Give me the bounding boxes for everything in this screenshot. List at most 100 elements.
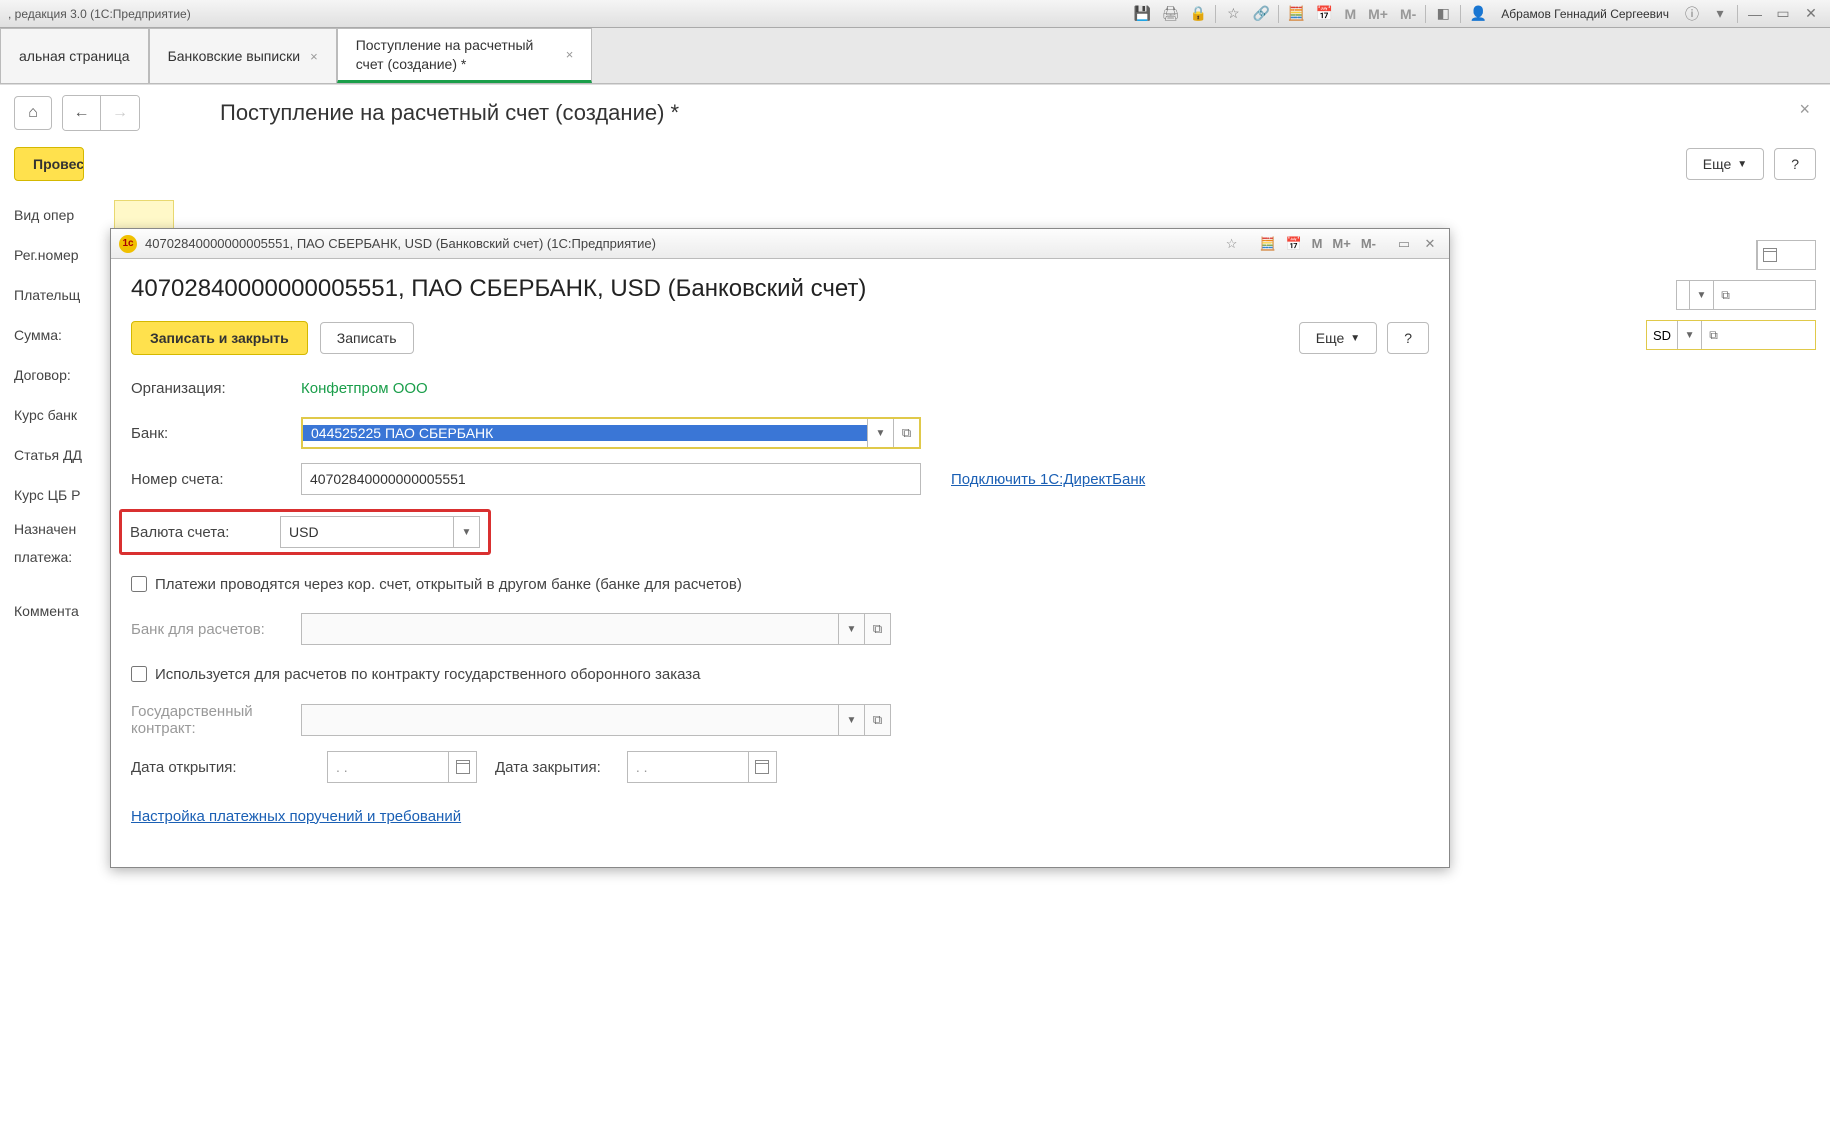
gov-contract-input: ▼ ⧉ <box>301 704 891 736</box>
dlg-memory-m[interactable]: M <box>1309 234 1326 254</box>
dropdown-icon[interactable]: ▼ <box>867 419 893 447</box>
tab-close-icon[interactable]: × <box>566 47 574 62</box>
memory-m-plus[interactable]: M+ <box>1365 3 1391 25</box>
close-date-input[interactable]: . . <box>627 751 777 783</box>
open-icon: ⧉ <box>864 705 890 735</box>
dialog-title: 40702840000000005551, ПАО СБЕРБАНК, USD … <box>145 236 656 251</box>
user-name[interactable]: Абрамов Геннадий Сергеевич <box>1495 3 1675 25</box>
tab-close-icon[interactable]: × <box>310 49 318 64</box>
dlg-memory-m-minus[interactable]: M- <box>1358 234 1379 254</box>
minimize-icon[interactable]: — <box>1744 3 1766 25</box>
currency-select[interactable]: USD ▼ <box>280 516 480 548</box>
account-label: Номер счета: <box>131 471 301 488</box>
titlebar-icons: 💾 🖨 🔒 ☆ 🔗 🧮 📅 M M+ M- ◧ 👤 Абрамов Геннад… <box>1131 3 1822 25</box>
calendar-icon[interactable]: 📅 <box>1313 3 1335 25</box>
dlg-star-icon[interactable]: ☆ <box>1221 234 1243 254</box>
info-icon[interactable]: ⓘ <box>1681 3 1703 25</box>
open-date-label: Дата открытия: <box>131 759 301 776</box>
print-icon[interactable]: 🖨 <box>1159 3 1181 25</box>
bank-account-dialog: 1c 40702840000000005551, ПАО СБЕРБАНК, U… <box>110 228 1450 868</box>
nav-forward-button[interactable]: → <box>101 96 139 130</box>
nav-back-button[interactable]: ← <box>63 96 101 130</box>
open-icon: ⧉ <box>864 614 890 644</box>
open-icon[interactable]: ⧉ <box>893 419 919 447</box>
bg-label: Сумма: <box>14 327 104 343</box>
memory-m-minus[interactable]: M- <box>1397 3 1419 25</box>
page-close-icon[interactable]: × <box>1799 99 1810 120</box>
dlg-memory-m-plus[interactable]: M+ <box>1329 234 1353 254</box>
more-button[interactable]: Еще▼ <box>1686 148 1764 180</box>
org-row: Организация: Конфетпром ООО <box>131 373 1429 403</box>
dialog-titlebar: 1c 40702840000000005551, ПАО СБЕРБАНК, U… <box>111 229 1449 259</box>
post-button[interactable]: Провес <box>14 147 84 181</box>
open-date-input[interactable]: . . <box>327 751 477 783</box>
dialog-help-button[interactable]: ? <box>1387 322 1429 354</box>
panel-icon[interactable]: ◧ <box>1432 3 1454 25</box>
bank-row: Банк: 044525225 ПАО СБЕРБАНК ▼ ⧉ <box>131 417 1429 449</box>
account-value: 40702840000000005551 <box>302 471 920 487</box>
org-value[interactable]: Конфетпром ООО <box>301 380 428 397</box>
app-title: , редакция 3.0 (1С:Предприятие) <box>8 7 191 21</box>
org-label: Организация: <box>131 380 301 397</box>
tabbar: альная страница Банковские выписки × Пос… <box>0 28 1830 84</box>
calc-icon[interactable]: 🧮 <box>1285 3 1307 25</box>
settings-link-row: Настройка платежных поручений и требован… <box>131 801 1429 831</box>
calendar-icon[interactable] <box>448 752 476 782</box>
corr-bank-label: Банк для расчетов: <box>131 621 301 638</box>
dlg-calc-icon[interactable]: 🧮 <box>1257 234 1279 254</box>
account-input[interactable]: 40702840000000005551 <box>301 463 921 495</box>
user-icon: 👤 <box>1467 3 1489 25</box>
bg-label: Курс банк <box>14 407 104 423</box>
dropdown-icon[interactable]: ▼ <box>453 517 479 547</box>
tab-bank-statements[interactable]: Банковские выписки × <box>149 28 337 83</box>
dlg-maximize-icon[interactable]: ▭ <box>1393 234 1415 254</box>
save-and-close-button[interactable]: Записать и закрыть <box>131 321 308 355</box>
dates-row: Дата открытия: . . Дата закрытия: . . <box>131 751 1429 783</box>
bg-label: Курс ЦБ Р <box>14 487 104 503</box>
gov-contract-label: Государственный контракт: <box>131 703 301 737</box>
bank-label: Банк: <box>131 425 301 442</box>
dialog-more-button[interactable]: Еще▼ <box>1299 322 1377 354</box>
close-date-label: Дата закрытия: <box>495 759 601 776</box>
save-button[interactable]: Записать <box>320 322 414 354</box>
bank-input[interactable]: 044525225 ПАО СБЕРБАНК ▼ ⧉ <box>301 417 921 449</box>
home-button[interactable]: ⌂ <box>14 96 52 130</box>
maximize-icon[interactable]: ▭ <box>1772 3 1794 25</box>
memory-m[interactable]: M <box>1341 3 1359 25</box>
dropdown-icon: ▼ <box>838 614 864 644</box>
bg-label: платежа: <box>14 549 104 565</box>
bg-label: Назначен <box>14 521 104 537</box>
dlg-close-icon[interactable]: ✕ <box>1419 234 1441 254</box>
goz-checkbox[interactable]: Используется для расчетов по контракту г… <box>131 666 701 683</box>
corr-bank-row: Банк для расчетов: ▼ ⧉ <box>131 613 1429 645</box>
star-icon[interactable]: ☆ <box>1222 3 1244 25</box>
currency-highlight-box: Валюта счета: USD ▼ <box>119 509 491 555</box>
goz-checkbox-row: Используется для расчетов по контракту г… <box>131 659 1429 689</box>
bg-highlighted-field[interactable]: SD▼⧉ <box>1646 320 1816 350</box>
account-row: Номер счета: 40702840000000005551 Подклю… <box>131 463 1429 495</box>
payment-settings-link[interactable]: Настройка платежных поручений и требован… <box>131 808 461 825</box>
corr-checkbox[interactable]: Платежи проводятся через кор. счет, откр… <box>131 576 742 593</box>
bg-date-field[interactable] <box>1756 240 1816 270</box>
bg-label: Рег.номер <box>14 247 104 263</box>
directbank-link[interactable]: Подключить 1С:ДиректБанк <box>951 471 1145 488</box>
lock-icon[interactable]: 🔒 <box>1187 3 1209 25</box>
dropdown-icon: ▼ <box>838 705 864 735</box>
link-icon[interactable]: 🔗 <box>1250 3 1272 25</box>
dlg-calendar-icon[interactable]: 📅 <box>1283 234 1305 254</box>
help-button[interactable]: ? <box>1774 148 1816 180</box>
currency-value: USD <box>281 524 453 540</box>
currency-row: Валюта счета: USD ▼ <box>119 509 1429 555</box>
calendar-icon[interactable] <box>748 752 776 782</box>
goz-checkbox-input[interactable] <box>131 666 147 682</box>
dropdown-icon[interactable]: ▾ <box>1709 3 1731 25</box>
bg-select-field[interactable]: ▼⧉ <box>1676 280 1816 310</box>
bg-yellow-field <box>114 200 174 230</box>
save-icon[interactable]: 💾 <box>1131 3 1153 25</box>
tab-incoming-payment[interactable]: Поступление на расчетный счет (создание)… <box>337 28 593 83</box>
corr-checkbox-input[interactable] <box>131 576 147 592</box>
tab-main-page[interactable]: альная страница <box>0 28 149 83</box>
bg-label: Коммента <box>14 603 104 619</box>
dialog-command-row: Записать и закрыть Записать Еще▼ ? <box>131 321 1429 355</box>
close-icon[interactable]: ✕ <box>1800 3 1822 25</box>
